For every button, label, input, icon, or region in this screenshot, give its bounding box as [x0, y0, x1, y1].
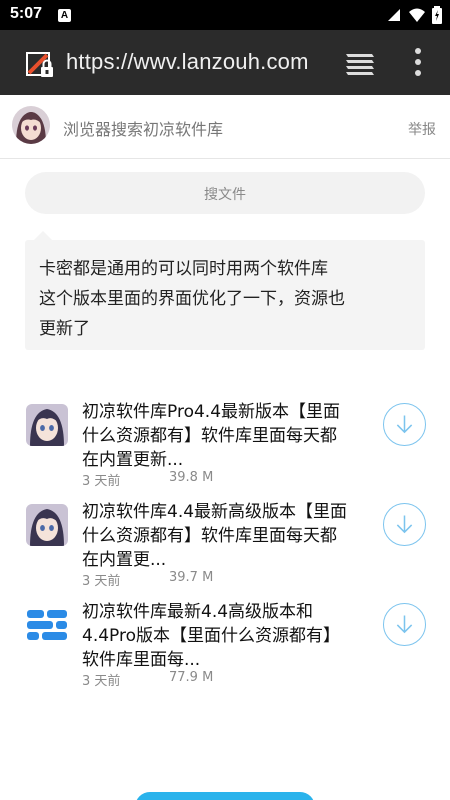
file-title[interactable]: 初凉软件库Pro4.4最新版本【里面 什么资源都有】软件库里面每天都 在内置更新… [82, 400, 382, 472]
file-list-item[interactable]: 初凉软件库4.4最新高级版本【里面 什么资源都有】软件库里面每天都 在内置更..… [0, 500, 450, 595]
description-line: 更新了 [39, 319, 90, 339]
file-title-line: 在内置更新... [82, 450, 184, 470]
signal-icon [388, 9, 400, 21]
bottom-action-button[interactable] [135, 792, 315, 800]
file-title-line: 软件库里面每... [82, 650, 201, 670]
overflow-menu-icon[interactable] [414, 47, 422, 77]
download-icon[interactable] [383, 503, 426, 546]
download-icon[interactable] [383, 603, 426, 646]
browser-toolbar: https://wwv.lanzouh.com [0, 30, 450, 95]
anime-avatar-icon [26, 504, 68, 546]
file-title-line: 初凉软件库最新4.4高级版本和 [82, 602, 314, 622]
status-time: 5:07 [10, 5, 43, 22]
site-favicon-icon[interactable] [26, 50, 56, 80]
file-title[interactable]: 初凉软件库4.4最新高级版本【里面 什么资源都有】软件库里面每天都 在内置更..… [82, 500, 382, 572]
uploader-header: 浏览器搜索初凉软件库 举报 [0, 95, 450, 159]
download-icon[interactable] [383, 403, 426, 446]
description-bubble: 卡密都是通用的可以同时用两个软件库 这个版本里面的界面优化了一下，资源也 更新了 [25, 240, 425, 350]
tabs-icon[interactable] [344, 50, 376, 76]
file-size: 77.9 M [169, 670, 214, 685]
uploader-name: 浏览器搜索初凉软件库 [63, 120, 224, 139]
file-list-item[interactable]: 初凉软件库最新4.4高级版本和 4.4Pro版本【里面什么资源都有】 软件库里面… [0, 600, 450, 695]
description-line: 这个版本里面的界面优化了一下，资源也 [39, 289, 345, 309]
file-title-line: 初凉软件库Pro4.4最新版本【里面 [82, 402, 341, 422]
file-title-line: 4.4Pro版本【里面什么资源都有】 [82, 626, 341, 646]
file-time: 3 天前 [82, 574, 121, 589]
status-bar: 5:07 A [0, 0, 450, 30]
file-size: 39.8 M [169, 470, 214, 485]
file-title-line: 初凉软件库4.4最新高级版本【里面 [82, 502, 348, 522]
file-time: 3 天前 [82, 474, 121, 489]
status-icons [386, 6, 442, 24]
file-title-line: 在内置更... [82, 550, 167, 570]
blue-stack-icon [26, 604, 68, 646]
file-time: 3 天前 [82, 674, 121, 689]
bubble-arrow [34, 231, 52, 240]
avatar[interactable] [12, 106, 50, 144]
file-list-item[interactable]: 初凉软件库Pro4.4最新版本【里面 什么资源都有】软件库里面每天都 在内置更新… [0, 400, 450, 495]
report-link[interactable]: 举报 [408, 119, 436, 139]
anime-avatar-icon [26, 404, 68, 446]
search-files-button[interactable]: 搜文件 [25, 172, 425, 214]
file-size: 39.7 M [169, 570, 214, 585]
description-line: 卡密都是通用的可以同时用两个软件库 [39, 259, 328, 279]
url-field[interactable]: https://wwv.lanzouh.com [66, 49, 309, 75]
file-title[interactable]: 初凉软件库最新4.4高级版本和 4.4Pro版本【里面什么资源都有】 软件库里面… [82, 600, 382, 672]
battery-icon [432, 6, 442, 24]
file-title-line: 什么资源都有】软件库里面每天都 [82, 526, 337, 546]
wifi-icon [409, 8, 425, 22]
notification-icon: A [58, 9, 71, 22]
file-title-line: 什么资源都有】软件库里面每天都 [82, 426, 337, 446]
search-files-label: 搜文件 [204, 187, 246, 203]
